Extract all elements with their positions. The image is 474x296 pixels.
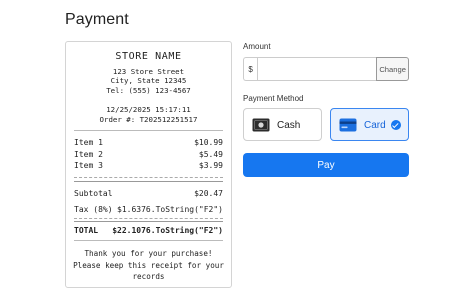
receipt-subtotal-value: $20.47	[194, 189, 223, 198]
receipt-tax-row: Tax (8%) $1.6376.ToString("F2")	[74, 205, 223, 214]
payment-option-cash[interactable]: Cash	[243, 108, 322, 141]
receipt-item-price: $5.49	[198, 150, 223, 159]
pay-button[interactable]: Pay	[243, 153, 409, 177]
receipt-footer-line: records	[132, 272, 165, 281]
credit-card-icon	[339, 118, 357, 137]
receipt-divider	[74, 221, 223, 222]
amount-label: Amount	[243, 42, 271, 51]
receipt-divider	[74, 177, 223, 178]
receipt-address-line2: City, State 12345	[110, 76, 187, 85]
change-button[interactable]: Change	[376, 57, 409, 81]
receipt-total-label: TOTAL	[74, 226, 99, 235]
amount-input-group: $ Change	[243, 57, 409, 81]
receipt-total-row: TOTAL $22.1076.ToString("F2")	[74, 226, 223, 235]
cash-icon	[252, 118, 270, 137]
receipt-item-price: $3.99	[198, 161, 223, 170]
receipt-divider	[74, 130, 223, 131]
receipt-tax-label: Tax (8%)	[74, 205, 113, 214]
receipt-divider	[74, 181, 223, 182]
amount-input[interactable]	[257, 57, 377, 81]
receipt-store-name: STORE NAME	[115, 51, 182, 62]
receipt-item-name: Item 1	[74, 138, 103, 147]
receipt-item-row: Item 2 $5.49	[74, 150, 223, 159]
receipt-divider	[74, 240, 223, 241]
selected-check-icon	[391, 120, 401, 130]
payment-option-label: Cash	[277, 120, 301, 131]
receipt-item-row: Item 1 $10.99	[74, 138, 223, 147]
receipt-item-row: Item 3 $3.99	[74, 161, 223, 170]
receipt-subtotal-label: Subtotal	[74, 189, 113, 198]
receipt-item-name: Item 3	[74, 161, 103, 170]
receipt-item-name: Item 2	[74, 150, 103, 159]
receipt-footer-line: Please keep this receipt for your	[73, 260, 224, 270]
receipt-datetime: 12/25/2025 15:17:11	[106, 105, 191, 114]
receipt-subtotal-row: Subtotal $20.47	[74, 189, 223, 198]
page-title: Payment	[65, 11, 129, 28]
receipt-tax-value: $1.6376.ToString("F2")	[117, 205, 223, 214]
receipt-footer-line: Thank you for your purchase!	[84, 249, 213, 258]
receipt-address-line1: 123 Store Street	[112, 67, 185, 76]
payment-option-label: Card	[364, 120, 386, 131]
receipt-order-number: Order #: T202512251517	[99, 115, 198, 124]
receipt-footer: Thank you for your purchase! Please keep…	[66, 248, 231, 283]
payment-option-card[interactable]: Card	[330, 108, 409, 141]
receipt-panel: STORE NAME 123 Store Street City, State …	[65, 41, 232, 288]
currency-prefix: $	[243, 57, 258, 81]
receipt-divider	[74, 218, 223, 219]
receipt-item-price: $10.99	[194, 138, 223, 147]
receipt-phone: Tel: (555) 123-4567	[106, 86, 191, 95]
receipt-total-value: $22.1076.ToString("F2")	[112, 226, 223, 235]
payment-method-label: Payment Method	[243, 94, 304, 103]
